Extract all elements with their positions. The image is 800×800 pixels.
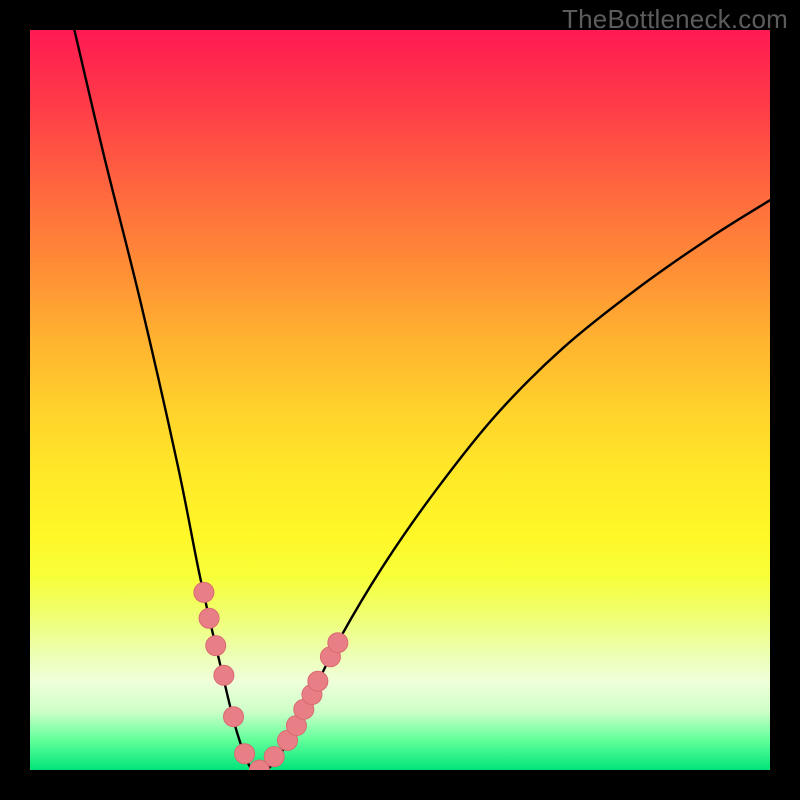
sample-marker bbox=[206, 636, 226, 656]
sample-marker bbox=[214, 665, 234, 685]
sample-marker bbox=[194, 582, 214, 602]
sample-marker bbox=[308, 671, 328, 691]
sample-marker bbox=[235, 744, 255, 764]
bottleneck-curve bbox=[74, 30, 770, 770]
sample-marker bbox=[328, 633, 348, 653]
sample-marker bbox=[199, 608, 219, 628]
chart-svg bbox=[30, 30, 770, 770]
sample-marker bbox=[264, 747, 284, 767]
sample-markers bbox=[194, 582, 348, 770]
chart-frame: TheBottleneck.com bbox=[0, 0, 800, 800]
sample-marker bbox=[224, 707, 244, 727]
plot-area bbox=[30, 30, 770, 770]
